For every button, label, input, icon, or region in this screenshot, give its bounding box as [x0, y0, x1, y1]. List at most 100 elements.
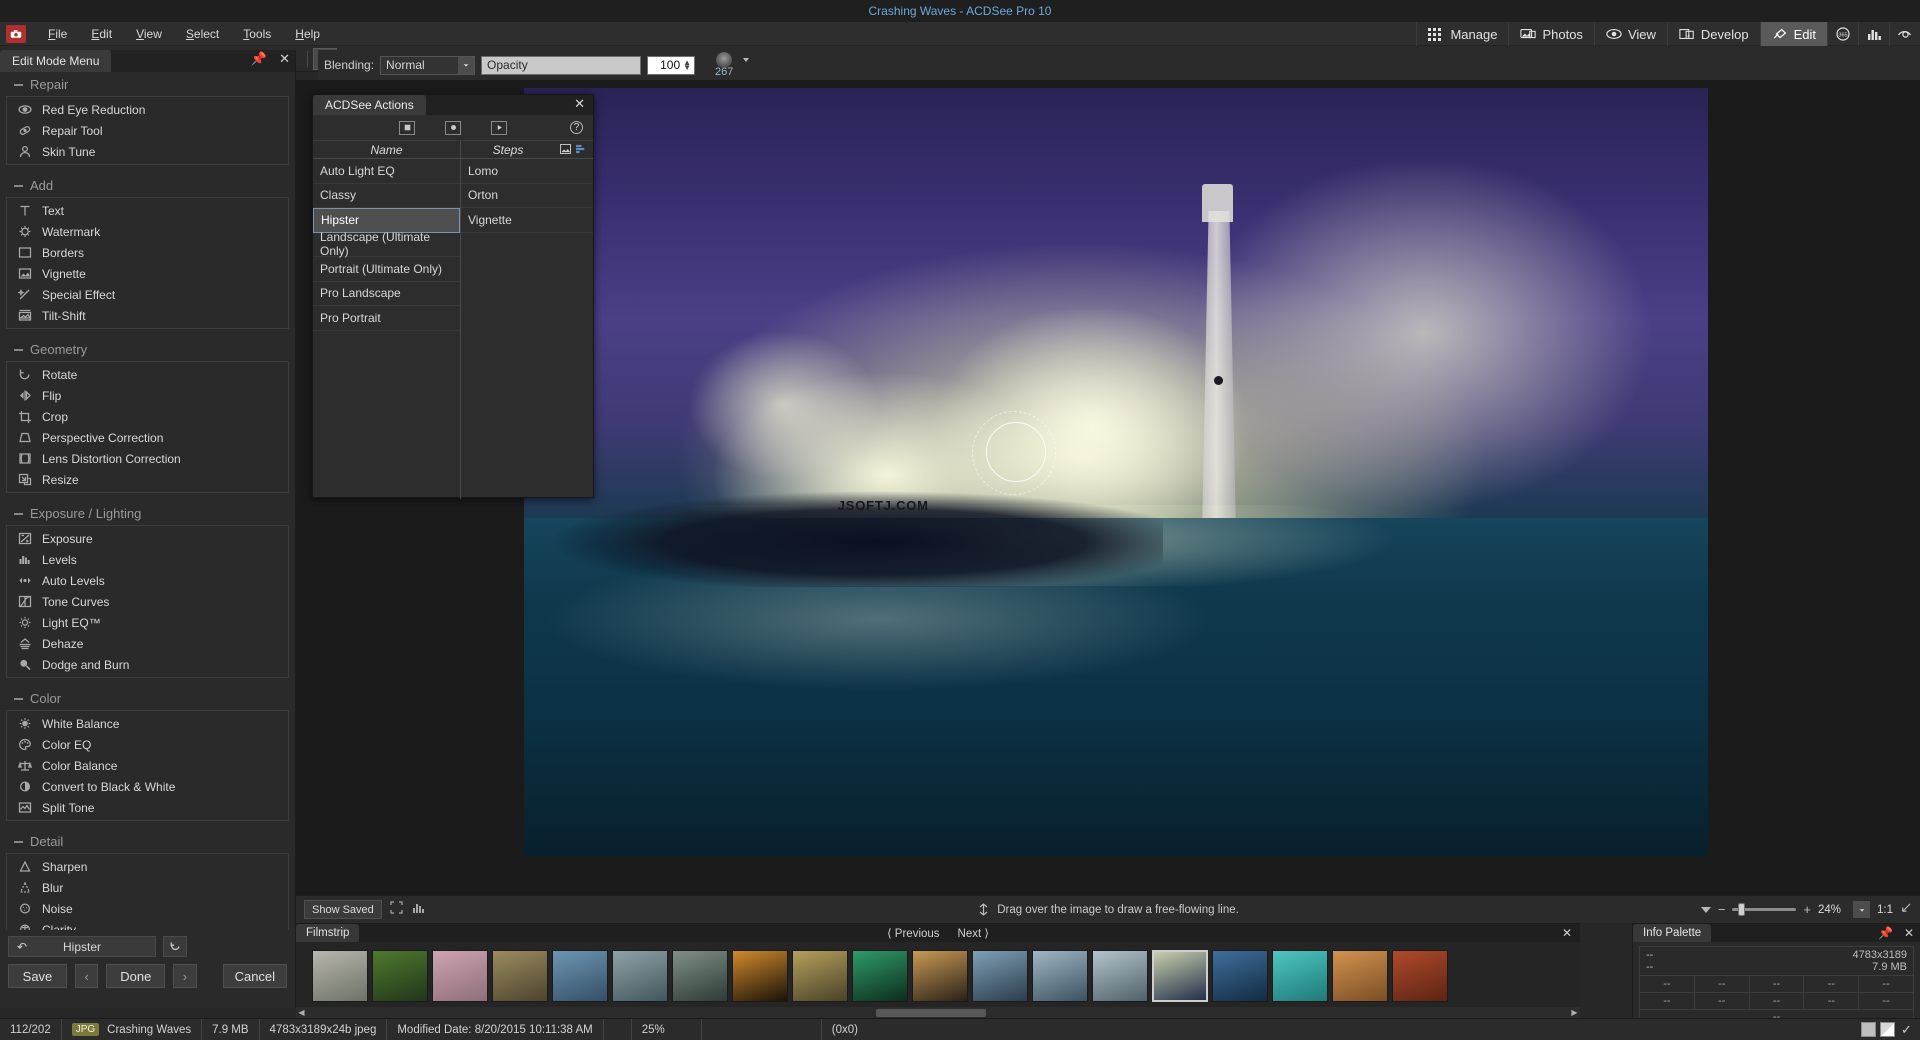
thumb-golden-road[interactable] — [912, 950, 968, 1002]
tool-lens-distortion-correction[interactable]: Lens Distortion Correction — [7, 448, 288, 469]
zoom-in-button[interactable]: + — [1803, 902, 1811, 917]
collapse-icon[interactable] — [14, 513, 23, 515]
fit-arrows-icon[interactable] — [1900, 901, 1912, 919]
tool-repair-tool[interactable]: Repair Tool — [7, 120, 288, 141]
tool-dodge-and-burn[interactable]: Dodge and Burn — [7, 654, 288, 675]
menu-select[interactable]: Select — [174, 24, 231, 44]
step-item[interactable]: Orton — [461, 184, 593, 209]
menu-tools[interactable]: Tools — [231, 24, 283, 44]
photo-crashing-waves[interactable]: JSOFTJ.COM — [524, 88, 1708, 856]
thumb-turquoise-water[interactable] — [1272, 950, 1328, 1002]
group-detail-header[interactable]: Detail — [6, 829, 289, 853]
thumb-misty-valley[interactable] — [1092, 950, 1148, 1002]
menu-edit[interactable]: Edit — [79, 24, 124, 44]
camera-icon[interactable] — [6, 25, 26, 43]
chevron-down-icon[interactable] — [1701, 907, 1711, 913]
filmstrip-scrollbar[interactable]: ◀ ▶ — [296, 1007, 1580, 1018]
next-image-button[interactable]: › — [173, 964, 196, 988]
tab-edit-mode-menu[interactable]: Edit Mode Menu — [0, 50, 111, 72]
action-item[interactable]: Pro Portrait — [313, 306, 460, 331]
thumb-crashing-waves[interactable] — [1152, 950, 1208, 1002]
collapse-icon[interactable] — [14, 841, 23, 843]
diagonal-split-icon[interactable] — [1880, 1022, 1895, 1037]
tool-color-balance[interactable]: Color Balance — [7, 755, 288, 776]
previous-button[interactable]: ⟨ Previous — [887, 926, 939, 940]
done-button[interactable]: Done — [106, 964, 165, 988]
tool-special-effect[interactable]: Special Effect — [7, 284, 288, 305]
actions-list[interactable]: Auto Light EQ Classy Hipster Landscape (… — [313, 159, 461, 499]
blending-mode-select[interactable]: Normal — [380, 56, 475, 75]
thumb-campfire-night[interactable] — [732, 950, 788, 1002]
tool-convert-to-black-and-white[interactable]: Convert to Black & White — [7, 776, 288, 797]
layers-icon[interactable] — [576, 143, 587, 157]
previous-image-button[interactable]: ‹ — [75, 964, 98, 988]
mode-photos[interactable]: Photos — [1508, 22, 1593, 46]
action-item[interactable]: Classy — [313, 184, 460, 209]
menu-help[interactable]: Help — [283, 24, 332, 44]
thumb-pink-blossom[interactable] — [432, 950, 488, 1002]
pin-icon[interactable]: 📌 — [1878, 928, 1893, 939]
tool-split-tone[interactable]: Split Tone — [7, 797, 288, 818]
thumb-red-canyon[interactable] — [1392, 950, 1448, 1002]
tool-dehaze[interactable]: Dehaze — [7, 633, 288, 654]
tool-rotate[interactable]: Rotate — [7, 364, 288, 385]
stepper-arrows-icon[interactable]: ▲▼ — [683, 60, 691, 70]
step-item[interactable]: Lomo — [461, 159, 593, 184]
cancel-button[interactable]: Cancel — [223, 964, 287, 988]
thumb-desert-dunes[interactable] — [1332, 950, 1388, 1002]
stop-icon[interactable] — [399, 121, 415, 135]
thumb-waterfall-rocks[interactable] — [312, 950, 368, 1002]
thumb-green-forest[interactable] — [372, 950, 428, 1002]
filmstrip-thumbnails[interactable] — [296, 942, 1580, 1004]
action-item[interactable]: Pro Landscape — [313, 282, 460, 307]
thumb-mountain-peak[interactable] — [972, 950, 1028, 1002]
thumb-blue-lake[interactable] — [552, 950, 608, 1002]
image-icon[interactable] — [560, 143, 571, 157]
tool-levels[interactable]: Levels — [7, 549, 288, 570]
close-icon[interactable]: ✕ — [1904, 928, 1914, 939]
active-preset-button[interactable]: ↶ Hipster — [8, 936, 156, 957]
mode-manage[interactable]: Manage — [1416, 22, 1508, 46]
view-toggle-icon[interactable] — [1889, 22, 1920, 46]
histogram-icon[interactable] — [412, 901, 425, 919]
action-item[interactable]: Auto Light EQ — [313, 159, 460, 184]
tool-tilt-shift[interactable]: Tilt-Shift — [7, 305, 288, 326]
zoom-one-to-one-button[interactable]: 1:1 — [1877, 904, 1893, 916]
action-item-selected[interactable]: Hipster — [313, 208, 460, 233]
tool-light-eq[interactable]: Light EQ™ — [7, 612, 288, 633]
tool-flip[interactable]: Flip — [7, 385, 288, 406]
show-saved-button[interactable]: Show Saved — [304, 900, 382, 919]
tool-vignette[interactable]: Vignette — [7, 263, 288, 284]
tool-watermark[interactable]: Watermark — [7, 221, 288, 242]
zoom-slider[interactable] — [1732, 908, 1796, 911]
edit-panel-scroll[interactable]: Repair Red Eye Reduction Repair Tool Ski… — [0, 72, 295, 930]
acdsee-365-icon[interactable]: 365 — [1827, 22, 1858, 46]
save-button[interactable]: Save — [8, 964, 67, 988]
zoom-preset-dropdown[interactable] — [1853, 901, 1870, 918]
step-item[interactable]: Vignette — [461, 208, 593, 233]
collapse-icon[interactable] — [14, 349, 23, 351]
tool-auto-levels[interactable]: Auto Levels — [7, 570, 288, 591]
play-icon[interactable] — [491, 121, 507, 135]
collapse-icon[interactable] — [14, 698, 23, 700]
tool-exposure[interactable]: Exposure — [7, 528, 288, 549]
tool-sharpen[interactable]: Sharpen — [7, 856, 288, 877]
filmstrip-scroll-thumb[interactable] — [876, 1009, 986, 1017]
scroll-left-icon[interactable]: ◀ — [296, 1008, 307, 1017]
tool-color-eq[interactable]: Color EQ — [7, 734, 288, 755]
thumb-foggy-pines[interactable] — [1032, 950, 1088, 1002]
tool-crop[interactable]: Crop — [7, 406, 288, 427]
tool-tone-curves[interactable]: Tone Curves — [7, 591, 288, 612]
tool-borders[interactable]: Borders — [7, 242, 288, 263]
histogram-icon[interactable] — [1858, 22, 1889, 46]
tool-white-balance[interactable]: White Balance — [7, 713, 288, 734]
tool-blur[interactable]: Blur — [7, 877, 288, 898]
action-item[interactable]: Landscape (Ultimate Only) — [313, 233, 460, 258]
zoom-out-button[interactable]: − — [1718, 902, 1726, 917]
close-icon[interactable]: ✕ — [574, 98, 585, 110]
tool-text[interactable]: Text — [7, 200, 288, 221]
thumb-blue-sea[interactable] — [1212, 950, 1268, 1002]
tool-noise[interactable]: Noise — [7, 898, 288, 919]
thumb-light-trails[interactable] — [852, 950, 908, 1002]
group-geometry-header[interactable]: Geometry — [6, 337, 289, 361]
